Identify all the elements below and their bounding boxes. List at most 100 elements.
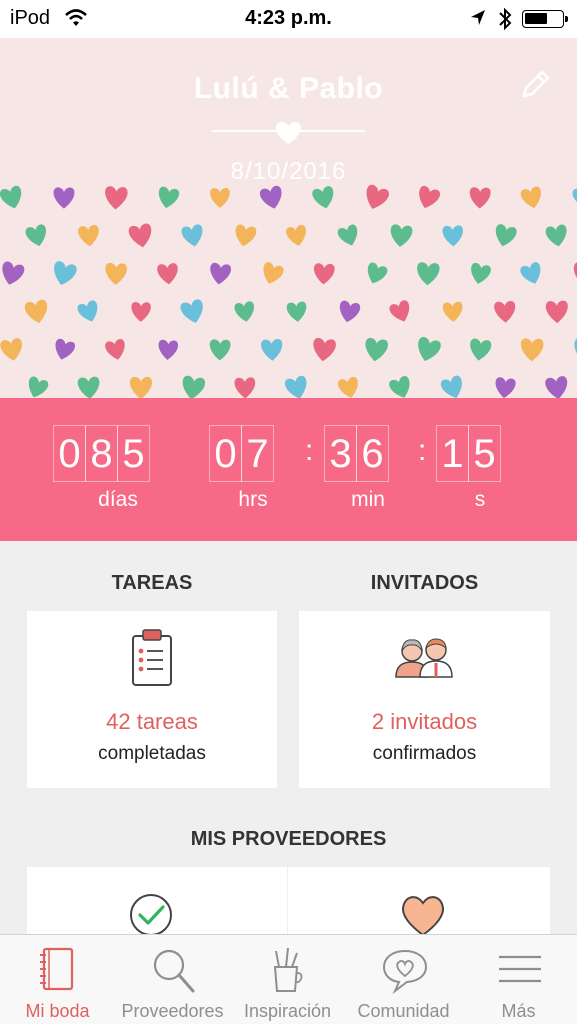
guests-count: 2 invitados <box>371 709 478 734</box>
heart-icon <box>402 896 444 937</box>
pattern-heart <box>495 377 516 398</box>
seconds-digit: 1 <box>436 425 469 482</box>
tab-comunidad[interactable]: Comunidad <box>346 935 461 1024</box>
pattern-heart <box>365 337 388 362</box>
couple-names: Lulú & Pablo <box>193 72 384 105</box>
minutes-digit: 3 <box>324 425 357 482</box>
pattern-heart <box>389 376 410 398</box>
pattern-heart <box>105 186 128 210</box>
pattern-heart <box>0 185 22 209</box>
tab-label: Más <box>501 1001 536 1021</box>
pattern-heart <box>389 300 410 322</box>
pattern-heart <box>470 338 492 361</box>
check-circle-icon <box>130 894 172 936</box>
tasks-section-title: TAREAS <box>111 572 193 594</box>
days-digits: 0 8 5 <box>53 425 150 482</box>
pattern-heart <box>520 262 541 284</box>
pattern-heart <box>158 339 179 360</box>
tasks-subtitle: completadas <box>98 743 206 764</box>
pattern-heart <box>77 376 100 398</box>
pattern-heart <box>128 223 152 248</box>
pattern-heart <box>339 300 361 323</box>
wedding-date: 8/10/2016 <box>230 158 347 185</box>
tasks-count: 42 tareas <box>106 709 198 734</box>
tab-bar: Mi boda Proveedores Inspiración Comunida… <box>0 934 577 1024</box>
edit-pencil-icon[interactable] <box>518 68 552 102</box>
pattern-heart <box>234 377 256 398</box>
pattern-heart <box>545 300 568 324</box>
pattern-heart <box>286 301 307 322</box>
minutes-label: min <box>351 488 385 511</box>
hours-label: hrs <box>238 488 268 511</box>
pattern-heart <box>314 263 335 285</box>
seconds-digit: 5 <box>468 425 501 482</box>
search-icon <box>153 949 195 993</box>
pattern-heart <box>180 299 203 323</box>
colon-separator: : <box>418 434 427 467</box>
pattern-heart <box>337 224 358 246</box>
tab-mi-boda[interactable]: Mi boda <box>0 935 115 1024</box>
hours-digit: 0 <box>209 425 242 482</box>
pattern-heart <box>286 225 306 246</box>
pattern-heart <box>234 301 255 322</box>
pattern-heart <box>54 261 77 286</box>
tab-label: Mi boda <box>25 1001 90 1021</box>
pattern-heart <box>0 338 22 361</box>
pattern-heart <box>390 224 413 247</box>
days-digit: 5 <box>117 425 150 482</box>
guests-card[interactable]: 2 invitados confirmados <box>299 611 550 788</box>
days-digit: 8 <box>85 425 118 482</box>
pattern-heart <box>442 225 464 247</box>
pattern-heart <box>366 184 389 209</box>
favorite-vendors-card[interactable] <box>288 867 550 937</box>
pattern-heart <box>209 339 231 361</box>
pattern-heart <box>520 338 544 362</box>
pattern-heart <box>158 186 180 209</box>
pattern-heart <box>55 338 76 360</box>
pattern-heart <box>471 263 491 284</box>
tab-label: Comunidad <box>357 1001 450 1021</box>
pattern-heart <box>182 375 206 398</box>
vendors-section-title: MIS PROVEEDORES <box>190 828 387 850</box>
pattern-heart <box>181 224 203 247</box>
pattern-heart <box>440 375 462 398</box>
pattern-heart <box>520 186 541 209</box>
status-bar: iPod 4:23 p.m. <box>0 0 577 38</box>
location-arrow-icon <box>471 10 485 25</box>
pattern-heart <box>367 262 388 284</box>
pattern-heart <box>157 263 178 285</box>
pattern-heart <box>545 376 568 398</box>
tasks-card[interactable]: 42 tareas completadas <box>27 611 277 788</box>
tab-inspiracion[interactable]: Inspiración <box>230 935 345 1024</box>
guests-couple-icon <box>395 638 453 678</box>
pattern-heart <box>259 185 282 209</box>
pattern-heart <box>210 188 230 208</box>
pattern-heart <box>494 301 516 323</box>
pattern-heart <box>337 376 358 398</box>
hours-digits: 0 7 <box>209 425 274 482</box>
pattern-heart <box>261 338 283 361</box>
pattern-heart <box>495 224 517 247</box>
wedding-header: Lulú & Pablo 8/10/2016 <box>0 38 577 398</box>
booked-vendors-card[interactable] <box>27 867 287 937</box>
pattern-heart <box>312 186 334 209</box>
hours-digit: 7 <box>241 425 274 482</box>
tab-label: Proveedores <box>121 1001 224 1021</box>
pattern-heart <box>131 302 151 322</box>
days-label: días <box>98 488 138 511</box>
clock: 4:23 p.m. <box>245 7 332 29</box>
colon-separator: : <box>305 434 314 467</box>
pattern-heart <box>419 185 440 209</box>
tab-mas[interactable]: Más <box>461 935 576 1024</box>
pattern-heart <box>78 225 99 247</box>
heart-bubble-icon <box>382 949 428 995</box>
clipboard-checklist-icon <box>132 629 172 686</box>
hamburger-menu-icon <box>499 955 541 983</box>
guests-section-title: INVITADOS <box>370 572 479 594</box>
pattern-heart <box>572 186 577 209</box>
guests-subtitle: confirmados <box>372 743 477 764</box>
tab-proveedores[interactable]: Proveedores <box>115 935 230 1024</box>
pattern-heart <box>24 299 48 324</box>
countdown-banner: 0 8 5 0 7 : 3 6 : 1 5 días hrs min s <box>0 398 577 541</box>
pattern-heart <box>469 187 491 209</box>
